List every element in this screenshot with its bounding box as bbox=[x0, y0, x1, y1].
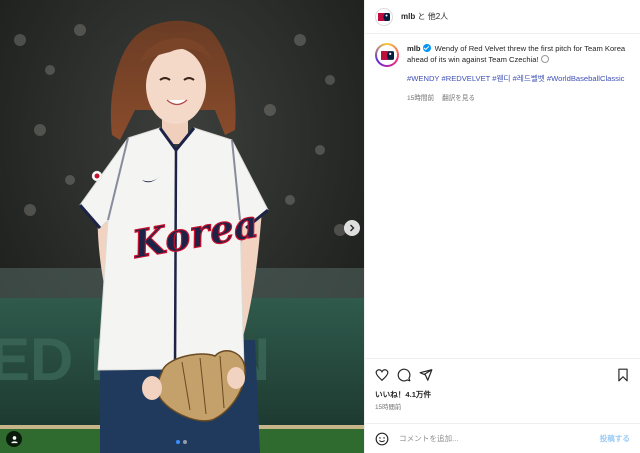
hashtag-link[interactable]: #웬디 bbox=[492, 74, 510, 83]
paper-plane-icon bbox=[419, 369, 433, 381]
verified-badge-icon bbox=[422, 44, 431, 52]
mlb-avatar[interactable] bbox=[375, 7, 393, 26]
caption-meta: 15時間前 翻訳を見る bbox=[407, 92, 630, 102]
baseball-emoji-icon bbox=[540, 55, 549, 63]
post-time[interactable]: 15時間前 bbox=[375, 402, 630, 411]
post-comment-button[interactable]: 投稿する bbox=[600, 433, 630, 444]
carousel-indicator bbox=[176, 440, 187, 444]
chevron-right-icon bbox=[350, 224, 355, 232]
post-header-title[interactable]: mlb と 他2人 bbox=[401, 11, 448, 22]
comment-icon bbox=[397, 368, 411, 382]
comment-composer: 投稿する bbox=[365, 423, 640, 453]
post-header: mlb と 他2人 bbox=[365, 0, 640, 34]
post-media[interactable]: ED BOON bbox=[0, 0, 364, 453]
like-button[interactable] bbox=[375, 368, 389, 382]
caption-avatar[interactable] bbox=[375, 43, 399, 67]
collab-text[interactable]: と 他2人 bbox=[417, 12, 448, 21]
person-icon bbox=[10, 435, 18, 443]
hashtag-list: #WENDY #REDVELVET #웬디 #레드벨벳 #WorldBaseba… bbox=[407, 73, 630, 84]
translate-link[interactable]: 翻訳を見る bbox=[442, 95, 475, 102]
save-button[interactable] bbox=[616, 368, 630, 382]
post-side-panel: mlb と 他2人 mlb Wendy of Red Velvet threw … bbox=[364, 0, 640, 453]
share-button[interactable] bbox=[419, 368, 433, 382]
post-photo: ED BOON bbox=[0, 0, 364, 453]
hashtag-link[interactable]: #레드벨벳 bbox=[513, 74, 545, 83]
bookmark-icon bbox=[618, 368, 628, 382]
comment-input[interactable] bbox=[399, 434, 600, 443]
tagged-users-button[interactable] bbox=[6, 431, 22, 447]
comment-button[interactable] bbox=[397, 368, 411, 382]
heart-icon bbox=[375, 369, 389, 382]
mlb-logo-icon bbox=[378, 12, 390, 21]
caption-text: Wendy of Red Velvet threw the first pitc… bbox=[407, 44, 626, 64]
post-actions: いいね！4.1万件 15時間前 bbox=[365, 358, 640, 411]
hashtag-link[interactable]: #WorldBaseballClassic bbox=[547, 74, 625, 83]
caption-username[interactable]: mlb bbox=[407, 44, 421, 53]
account-name[interactable]: mlb bbox=[401, 12, 415, 21]
hashtag-link[interactable]: #WENDY bbox=[407, 74, 439, 83]
like-count[interactable]: いいね！4.1万件 bbox=[375, 389, 630, 400]
comments-area: mlb Wendy of Red Velvet threw the first … bbox=[365, 34, 640, 358]
caption: mlb Wendy of Red Velvet threw the first … bbox=[375, 43, 630, 102]
carousel-dot bbox=[183, 440, 187, 444]
next-slide-button[interactable] bbox=[344, 220, 360, 236]
emoji-icon[interactable] bbox=[375, 432, 389, 446]
caption-time: 15時間前 bbox=[407, 95, 435, 102]
mlb-logo-icon bbox=[380, 50, 394, 60]
hashtag-link[interactable]: #REDVELVET bbox=[441, 74, 490, 83]
carousel-dot-active bbox=[176, 440, 180, 444]
